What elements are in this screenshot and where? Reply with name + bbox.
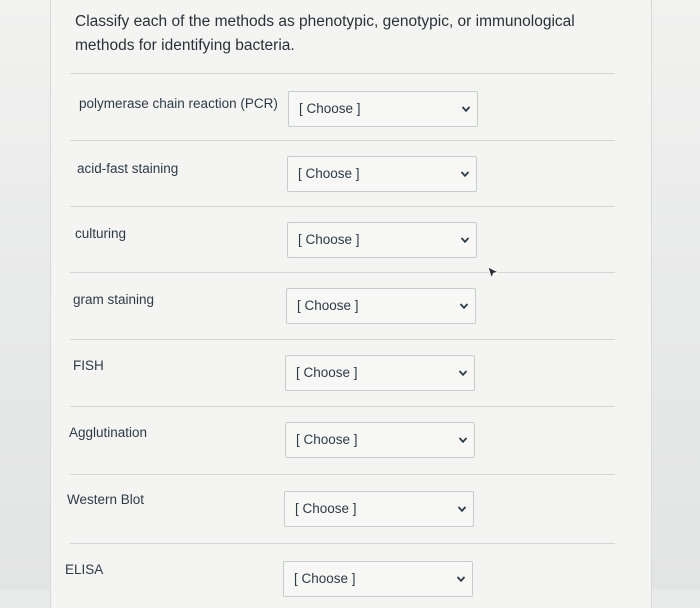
classification-select-acid-fast-staining[interactable]: [ Choose ]	[287, 156, 477, 192]
classification-select-gram-staining[interactable]: [ Choose ]	[286, 288, 476, 324]
classification-select-agglutination[interactable]: [ Choose ]	[285, 422, 475, 458]
method-label-pcr: polymerase chain reaction (PCR)	[79, 96, 278, 111]
chevron-down-icon	[457, 506, 467, 513]
select-value: [ Choose ]	[294, 571, 356, 586]
chevron-down-icon	[456, 576, 466, 583]
classification-select-western-blot[interactable]: [ Choose ]	[284, 491, 474, 527]
method-label-gram-staining: gram staining	[73, 292, 155, 307]
row-separator	[70, 140, 615, 141]
classification-select-pcr[interactable]: [ Choose ]	[288, 91, 478, 127]
question-prompt: Classify each of the methods as phenotyp…	[75, 13, 575, 54]
method-label-fish: FISH	[73, 358, 104, 373]
method-label-culturing: culturing	[75, 226, 127, 241]
select-value: [ Choose ]	[296, 432, 358, 447]
select-value: [ Choose ]	[295, 501, 357, 516]
page-background: Classify each of the methods as phenotyp…	[0, 0, 700, 608]
row-separator	[70, 272, 615, 273]
method-label-elisa: ELISA	[65, 562, 104, 577]
method-label-western-blot: Western Blot	[67, 492, 145, 507]
row-separator	[70, 206, 615, 207]
cursor-arrow-icon	[487, 266, 499, 280]
classification-select-elisa[interactable]: [ Choose ]	[283, 561, 473, 597]
chevron-down-icon	[459, 303, 469, 310]
row-separator	[70, 73, 615, 74]
row-separator	[70, 406, 615, 407]
method-label-acid-fast-staining: acid-fast staining	[77, 161, 179, 176]
classification-select-fish[interactable]: [ Choose ]	[285, 355, 475, 391]
select-value: [ Choose ]	[299, 101, 361, 116]
row-separator	[70, 474, 615, 475]
select-value: [ Choose ]	[296, 365, 358, 380]
row-separator	[70, 339, 615, 340]
select-value: [ Choose ]	[298, 232, 360, 247]
chevron-down-icon	[458, 437, 468, 444]
classification-select-culturing[interactable]: [ Choose ]	[287, 222, 477, 258]
chevron-down-icon	[460, 171, 470, 178]
method-label-agglutination: Agglutination	[69, 425, 148, 440]
chevron-down-icon	[461, 106, 471, 113]
select-value: [ Choose ]	[298, 166, 360, 181]
chevron-down-icon	[458, 370, 468, 377]
row-separator	[70, 543, 615, 544]
select-value: [ Choose ]	[297, 298, 359, 313]
chevron-down-icon	[460, 237, 470, 244]
